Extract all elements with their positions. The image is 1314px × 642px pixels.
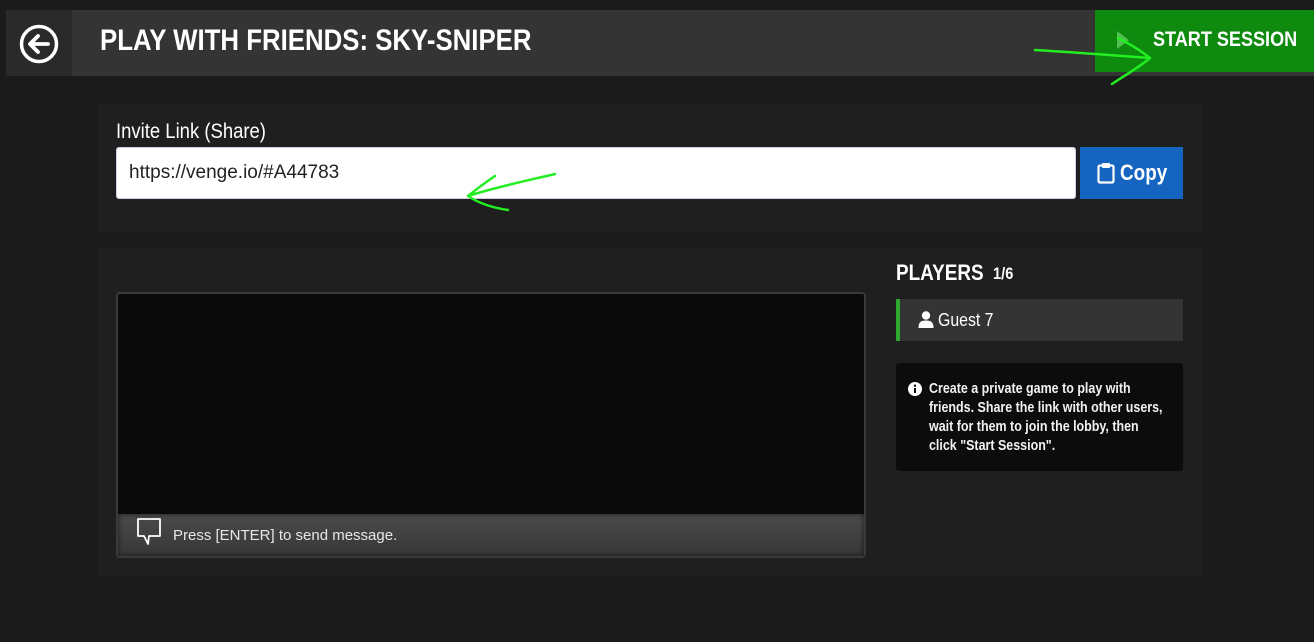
play-icon <box>1117 31 1129 49</box>
player-row: Guest 7 <box>896 299 1183 341</box>
page-title: PLAY WITH FRIENDS: SKY-SNIPER <box>100 24 532 57</box>
start-session-button[interactable]: START SESSION <box>1095 10 1314 72</box>
invite-link-input[interactable] <box>116 147 1076 199</box>
copy-label: Copy <box>1120 160 1168 185</box>
info-circle-icon <box>908 382 922 396</box>
copy-button[interactable]: Copy <box>1080 147 1183 199</box>
chat-input[interactable]: Press [ENTER] to send message. <box>118 514 864 556</box>
back-button[interactable] <box>6 10 72 76</box>
clipboard-icon <box>1097 163 1115 184</box>
players-title: PLAYERS <box>896 260 984 285</box>
info-text: Create a private game to play with frien… <box>929 381 1163 454</box>
arrow-left-circle-icon <box>19 24 59 64</box>
invite-link-label: Invite Link (Share) <box>116 120 266 143</box>
user-icon <box>918 311 934 328</box>
chat-placeholder: Press [ENTER] to send message. <box>173 527 398 544</box>
player-name: Guest 7 <box>938 310 994 330</box>
players-count: 1/6 <box>993 264 1014 283</box>
start-session-label: START SESSION <box>1153 28 1298 51</box>
speech-bubble-icon <box>137 518 161 545</box>
info-box: Create a private game to play with frien… <box>896 363 1183 471</box>
